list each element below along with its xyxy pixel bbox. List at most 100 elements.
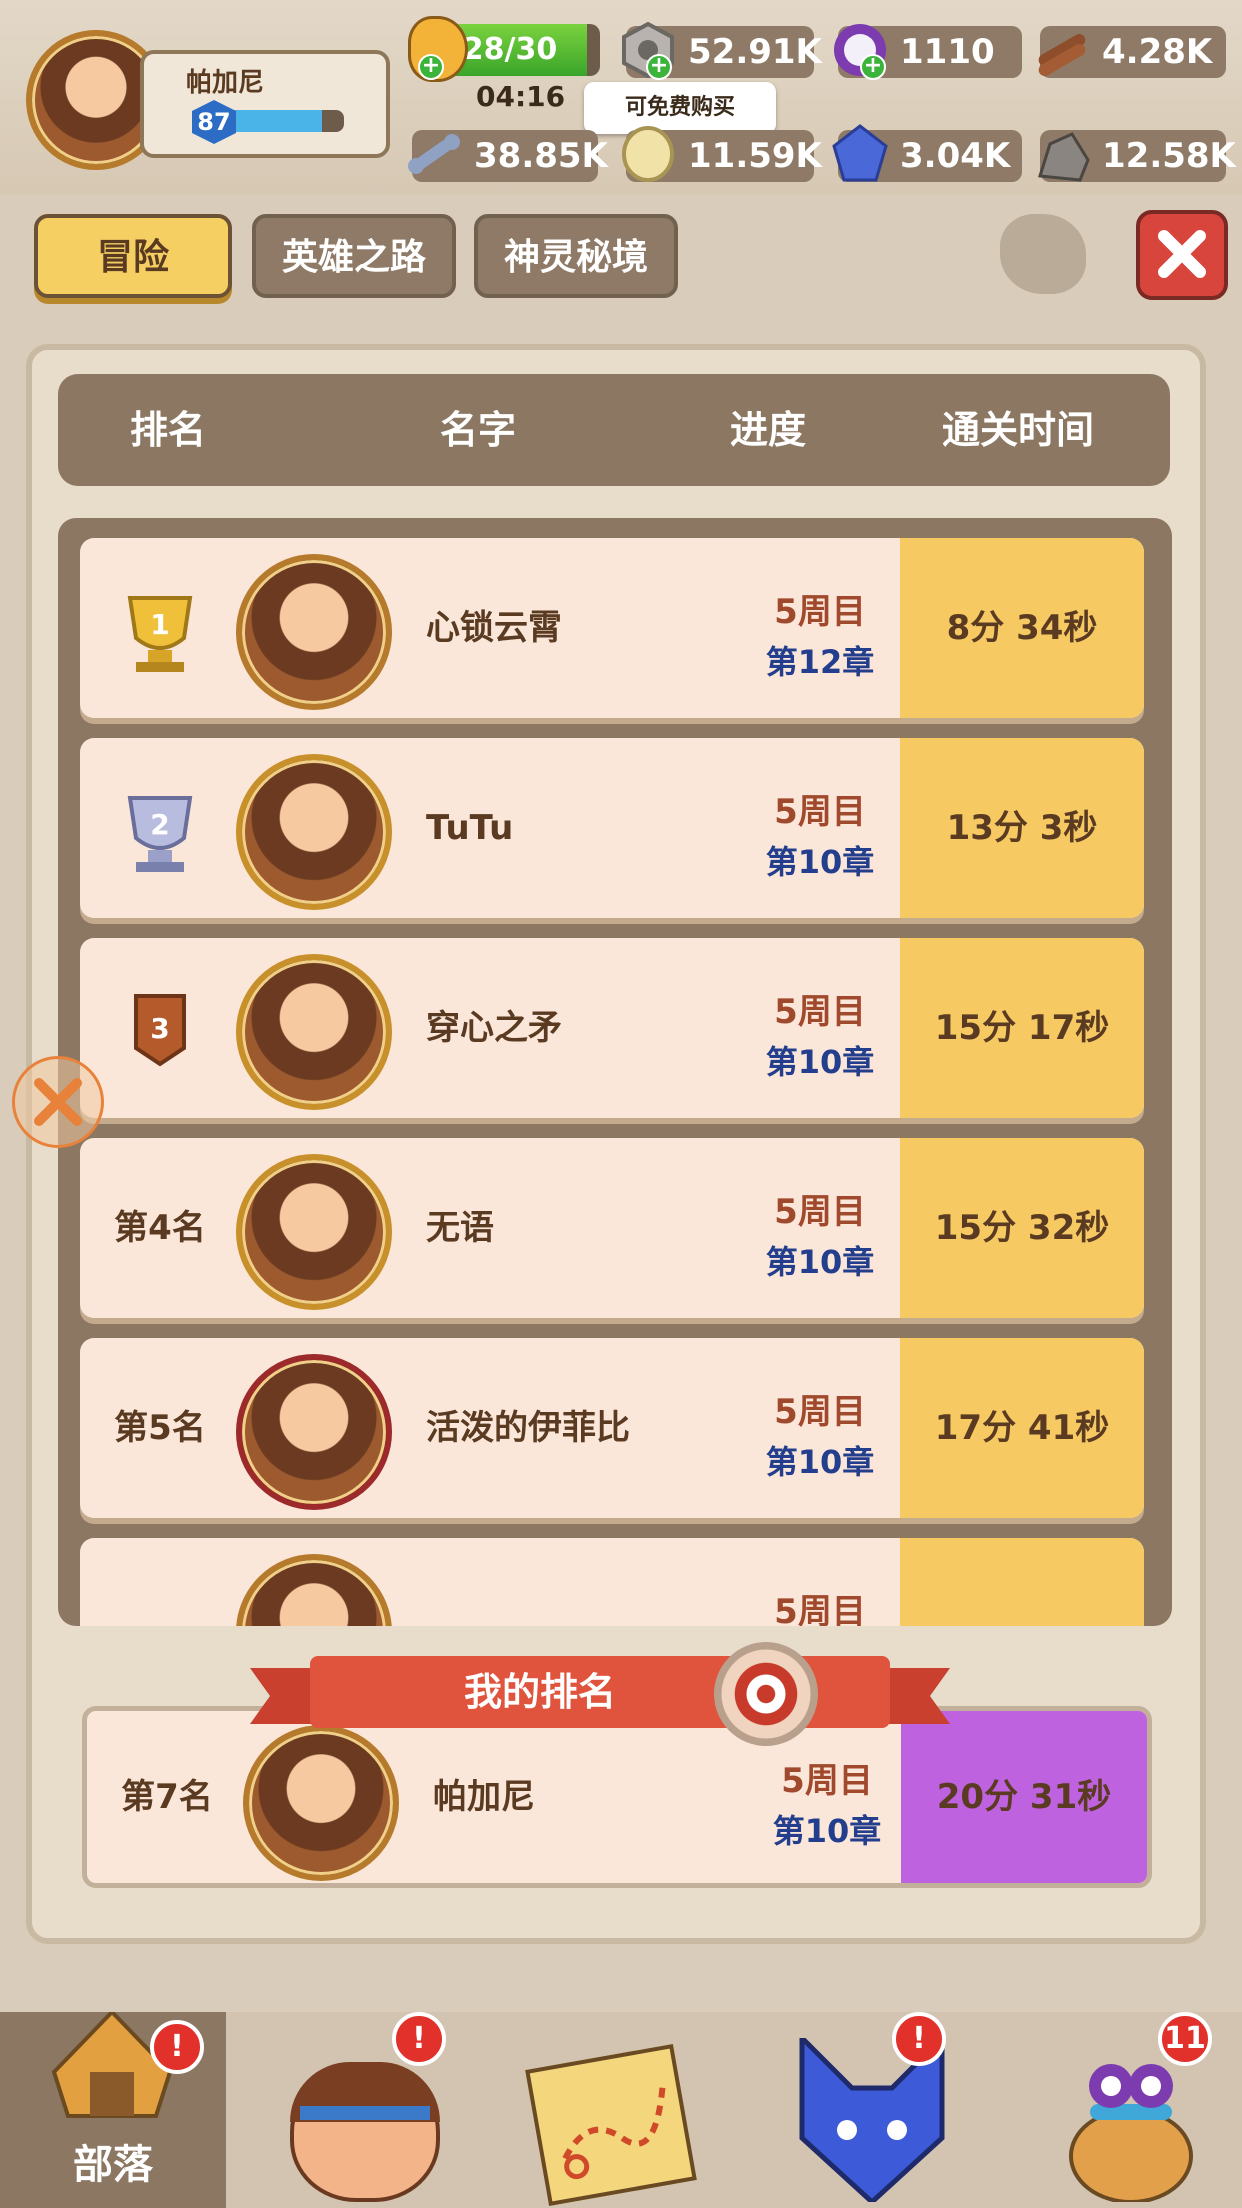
row-rank: 第5名 bbox=[114, 1408, 206, 1448]
row-cycle: 5周目 bbox=[774, 1192, 866, 1232]
fossil-decoration-icon bbox=[1000, 214, 1086, 294]
row-chapter: 第10章 bbox=[765, 843, 875, 881]
row-rank: 第4名 bbox=[114, 1208, 206, 1248]
ore-value: 12.58K bbox=[1102, 136, 1236, 176]
wood-icon bbox=[1032, 20, 1092, 80]
player-card[interactable]: 帕加尼 87 bbox=[140, 50, 390, 158]
bone-value: 38.85K bbox=[474, 136, 608, 176]
row-cycle: 5周目 bbox=[774, 792, 866, 832]
wood-value: 4.28K bbox=[1102, 32, 1213, 72]
row-progress: 5周目 第12章 bbox=[720, 584, 920, 683]
pet-alert-badge: ! bbox=[892, 2012, 946, 2066]
row-name: 活泼的伊菲比 bbox=[426, 1408, 630, 1448]
pet-alert-text: ! bbox=[912, 2021, 926, 2056]
my-rank-value: 第7名 bbox=[121, 1777, 213, 1817]
my-avatar[interactable] bbox=[243, 1725, 399, 1881]
ore-counter[interactable]: 12.58K bbox=[1038, 130, 1236, 182]
hero-alert-badge: ! bbox=[392, 2012, 446, 2066]
silver-trophy-icon: 2 bbox=[100, 738, 220, 918]
tab-divine-realm-label: 神灵秘境 bbox=[503, 237, 648, 278]
leaderboard-row[interactable]: 3 穿心之矛 5周目 第10章 15分 17秒 bbox=[80, 938, 1144, 1118]
gold-trophy-icon: 1 bbox=[100, 538, 220, 718]
free-purchase-tooltip: 可免费购买 bbox=[584, 82, 776, 134]
bone-icon bbox=[404, 124, 464, 184]
player-avatar-1[interactable] bbox=[236, 554, 392, 710]
tribe-hut-icon bbox=[51, 2009, 173, 2122]
orb-value: 1110 bbox=[900, 32, 995, 72]
svg-text:3: 3 bbox=[150, 1012, 169, 1045]
stone-egg-counter[interactable]: 11.59K bbox=[622, 126, 822, 182]
player-avatar-2[interactable] bbox=[236, 754, 392, 910]
player-avatar-4[interactable] bbox=[236, 1154, 392, 1310]
column-name: 名字 bbox=[439, 408, 516, 452]
player-avatar-6[interactable] bbox=[236, 1554, 392, 1626]
leaderboard-row[interactable]: 2 TuTu 5周目 第10章 13分 3秒 bbox=[80, 738, 1144, 918]
close-icon bbox=[1158, 230, 1206, 278]
close-button[interactable] bbox=[1136, 210, 1228, 300]
row-name: 穿心之矛 bbox=[426, 1008, 562, 1048]
ore-icon bbox=[1032, 124, 1092, 184]
x-logo-icon bbox=[34, 1078, 82, 1126]
add-stamina-icon[interactable]: + bbox=[418, 54, 444, 80]
level-badge: 87 bbox=[192, 100, 236, 144]
my-progress: 5周目 第10章 bbox=[727, 1753, 927, 1852]
loot-bag-icon bbox=[1066, 2056, 1196, 2204]
floating-assist-button[interactable] bbox=[12, 1056, 104, 1148]
row-cycle: 5周目 bbox=[774, 1592, 866, 1626]
row-progress: 5周目 第10章 bbox=[720, 984, 920, 1083]
leaderboard-row[interactable]: 第4名 无语 5周目 第10章 15分 32秒 bbox=[80, 1138, 1144, 1318]
row-name: 无语 bbox=[426, 1208, 494, 1248]
nav-map[interactable] bbox=[508, 2012, 734, 2208]
nav-pet[interactable]: ! bbox=[762, 2012, 988, 2208]
row-time: 8分 34秒 bbox=[900, 538, 1144, 718]
resource-header: 帕加尼 87 28/30 + 04:16 52.91K + 1110 + 4.2… bbox=[0, 0, 1242, 195]
column-header: 排名 名字 进度 通关时间 bbox=[58, 374, 1170, 486]
crystal-counter[interactable]: 3.04K bbox=[832, 124, 1022, 182]
tab-adventure[interactable]: 冒险 bbox=[34, 214, 232, 298]
tab-adventure-label: 冒险 bbox=[96, 237, 169, 278]
bone-counter[interactable]: 38.85K bbox=[408, 130, 608, 182]
stone-egg-icon bbox=[618, 124, 678, 184]
my-cycle: 5周目 bbox=[781, 1761, 873, 1801]
player-avatar-5[interactable] bbox=[236, 1354, 392, 1510]
leaderboard-list[interactable]: 1 心锁云霄 5周目 第12章 8分 34秒 2 TuTu 5周目 第10章 1… bbox=[58, 518, 1172, 1626]
row-time bbox=[900, 1538, 1144, 1626]
tooltip-text: 可免费购买 bbox=[624, 95, 735, 120]
nav-hero[interactable]: ! bbox=[250, 2012, 476, 2208]
row-cycle: 5周目 bbox=[774, 992, 866, 1032]
player-name: 帕加尼 bbox=[186, 68, 265, 98]
nav-bag[interactable]: 11 bbox=[1016, 2012, 1242, 2208]
add-orb-icon[interactable]: + bbox=[860, 54, 886, 80]
bag-count-text: 11 bbox=[1164, 2021, 1206, 2056]
bottom-nav: 部落 ! ! ! 11 bbox=[0, 2009, 1242, 2208]
add-hex-nut-icon[interactable]: + bbox=[646, 54, 672, 80]
row-chapter: 第10章 bbox=[765, 1443, 875, 1481]
row-progress: 5周目 第10章 bbox=[720, 1384, 920, 1483]
column-rank: 排名 bbox=[129, 408, 206, 452]
tab-hero-road-label: 英雄之路 bbox=[281, 237, 426, 278]
row-progress: 5周目 bbox=[720, 1584, 920, 1626]
row-name: TuTu bbox=[426, 808, 514, 848]
leaderboard-row[interactable]: 1 心锁云霄 5周目 第12章 8分 34秒 bbox=[80, 538, 1144, 718]
nav-tribe[interactable]: 部落 ! bbox=[0, 2009, 226, 2208]
wood-counter[interactable]: 4.28K bbox=[1038, 26, 1226, 78]
svg-text:2: 2 bbox=[150, 808, 169, 841]
treasure-map-icon bbox=[525, 2044, 697, 2206]
stamina-timer: 04:16 bbox=[476, 80, 566, 113]
tab-hero-road[interactable]: 英雄之路 bbox=[252, 214, 456, 298]
my-chapter: 第10章 bbox=[772, 1812, 882, 1850]
level-number: 87 bbox=[197, 108, 231, 136]
row-chapter: 第12章 bbox=[765, 643, 875, 681]
leaderboard-row[interactable]: 第5名 活泼的伊菲比 5周目 第10章 17分 41秒 bbox=[80, 1338, 1144, 1518]
hex-nut-value: 52.91K bbox=[688, 32, 822, 72]
player-avatar-3[interactable] bbox=[236, 954, 392, 1110]
nav-tribe-label: 部落 bbox=[73, 2142, 153, 2188]
leaderboard-row[interactable]: 5周目 bbox=[80, 1538, 1144, 1626]
row-time: 15分 32秒 bbox=[900, 1138, 1144, 1318]
row-chapter: 第10章 bbox=[765, 1043, 875, 1081]
row-time: 15分 17秒 bbox=[900, 938, 1144, 1118]
crystal-icon bbox=[830, 124, 890, 184]
tab-divine-realm[interactable]: 神灵秘境 bbox=[474, 214, 678, 298]
row-cycle: 5周目 bbox=[774, 592, 866, 632]
column-progress: 进度 bbox=[729, 408, 806, 452]
